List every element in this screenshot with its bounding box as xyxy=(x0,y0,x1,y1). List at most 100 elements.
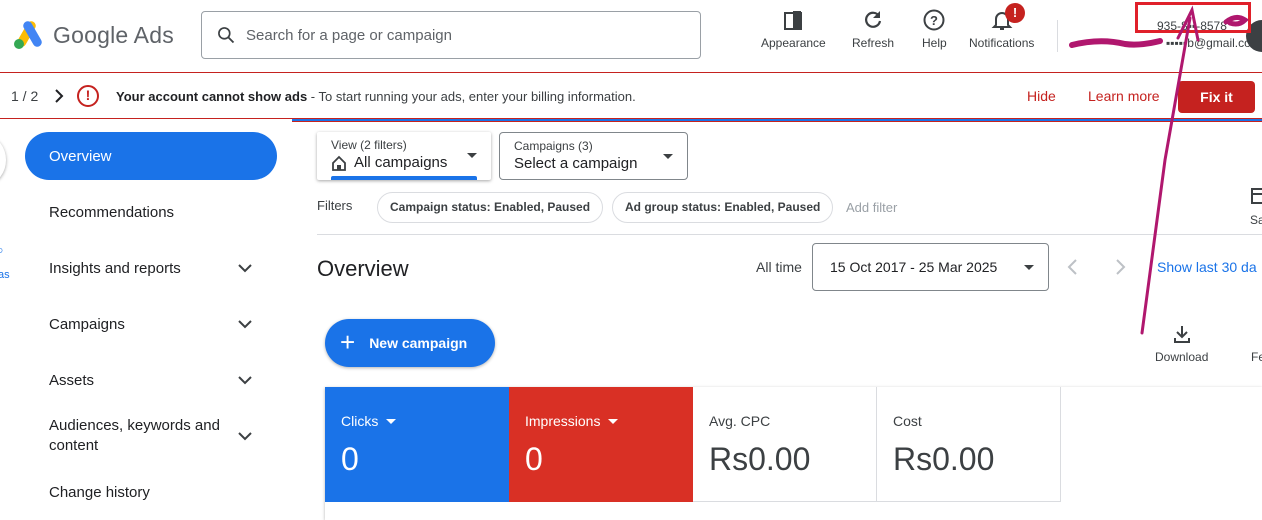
sidebar-item-overview[interactable]: Overview xyxy=(25,132,277,180)
caret-down-icon xyxy=(663,154,673,159)
show-last-30-days-link[interactable]: Show last 30 da xyxy=(1157,259,1257,275)
annotation-highlight-box xyxy=(1135,2,1251,33)
impressions-card[interactable]: Impressions 0 xyxy=(509,387,693,502)
segment-icon[interactable] xyxy=(1250,186,1262,206)
alert-message: Your account cannot show ads - To start … xyxy=(116,89,636,104)
sidebar-edge-icon: ○ xyxy=(0,243,3,257)
sidebar-item-recommendations[interactable]: Recommendations xyxy=(25,188,277,236)
metric-label: Cost xyxy=(893,413,922,429)
alert-detail: - To start running your ads, enter your … xyxy=(307,89,636,104)
chevron-left-icon[interactable] xyxy=(1065,257,1081,277)
metric-cards: Clicks 0 Impressions 0 Avg. CPC Rs0.00 C… xyxy=(325,387,1262,520)
chevron-down-icon xyxy=(238,432,252,441)
sidebar-item-campaigns[interactable]: Campaigns xyxy=(25,300,277,348)
google-ads-logo[interactable]: Google Ads xyxy=(13,20,174,50)
refresh-label: Refresh xyxy=(852,36,895,50)
avg-cpc-card[interactable]: Avg. CPC Rs0.00 xyxy=(693,387,877,502)
sidebar: ○ as Overview Recommendations Insights a… xyxy=(0,119,292,520)
top-header: Google Ads Search for a page or campaign… xyxy=(0,0,1262,72)
feedback-label[interactable]: Fe xyxy=(1251,350,1262,364)
sidebar-item-assets[interactable]: Assets xyxy=(25,356,277,404)
notification-badge: ! xyxy=(1005,3,1025,23)
view-filter-value: All campaigns xyxy=(354,154,448,171)
sidebar-item-insights[interactable]: Insights and reports xyxy=(25,244,277,292)
segment-label: Sa xyxy=(1250,213,1262,227)
google-ads-logo-icon xyxy=(14,21,42,49)
sidebar-collapse-button[interactable] xyxy=(0,137,6,183)
date-range-picker[interactable]: 15 Oct 2017 - 25 Mar 2025 xyxy=(812,243,1049,291)
sidebar-item-label: Campaigns xyxy=(49,315,125,333)
metric-value: Rs0.00 xyxy=(709,441,811,477)
filters-divider xyxy=(317,234,1262,235)
appearance-label: Appearance xyxy=(761,36,826,50)
caret-down-icon xyxy=(467,153,477,158)
fix-it-button[interactable]: Fix it xyxy=(1178,81,1255,113)
metric-value: 0 xyxy=(341,441,359,477)
billing-alert-bar: 1 / 2 ! Your account cannot show ads - T… xyxy=(0,72,1262,119)
chevron-down-icon xyxy=(238,264,252,273)
chevron-right-icon[interactable] xyxy=(52,87,66,105)
view-filter-value-row: All campaigns xyxy=(331,154,477,171)
date-range-value: 15 Oct 2017 - 25 Mar 2025 xyxy=(830,259,998,275)
metric-label: Clicks xyxy=(341,413,379,429)
sidebar-item-label: Insights and reports xyxy=(49,259,181,277)
logo-text: Google Ads xyxy=(53,21,174,48)
sidebar-item-change-history[interactable]: Change history xyxy=(25,468,277,516)
metric-label: Impressions xyxy=(525,413,601,429)
refresh-icon xyxy=(865,11,882,28)
main-top-rule xyxy=(292,119,1262,122)
add-filter-button[interactable]: Add filter xyxy=(846,200,897,215)
chevron-down-icon xyxy=(238,320,252,329)
campaign-status-filter-chip[interactable]: Campaign status: Enabled, Paused xyxy=(377,192,604,223)
caret-down-icon xyxy=(608,418,619,424)
clicks-card-header: Clicks xyxy=(341,413,493,429)
metric-label: Avg. CPC xyxy=(709,413,771,429)
notifications-label: Notifications xyxy=(969,36,1035,50)
filters-label: Filters xyxy=(317,198,353,213)
view-filter-label: View (2 filters) xyxy=(331,138,407,152)
search-input[interactable]: Search for a page or campaign xyxy=(201,11,701,59)
campaign-selector-label: Campaigns (3) xyxy=(514,139,593,153)
sidebar-item-audiences[interactable]: Audiences, keywords and content xyxy=(25,412,277,460)
search-placeholder: Search for a page or campaign xyxy=(246,26,452,44)
campaign-selector-dropdown[interactable]: Campaigns (3) Select a campaign xyxy=(499,132,688,180)
learn-more-link[interactable]: Learn more xyxy=(1088,88,1160,104)
page-title: Overview xyxy=(317,256,409,281)
sidebar-item-label: Audiences, keywords and content xyxy=(49,417,220,454)
sidebar-item-label: Overview xyxy=(49,147,112,165)
new-campaign-button[interactable]: + New campaign xyxy=(325,319,495,367)
header-divider xyxy=(1057,20,1058,52)
sidebar-edge-label: as xyxy=(0,269,10,281)
clicks-card[interactable]: Clicks 0 xyxy=(325,387,509,502)
sidebar-item-label: Change history xyxy=(49,483,150,501)
notifications-button[interactable]: ! Notifications xyxy=(969,3,1035,56)
metric-value: 0 xyxy=(525,441,543,477)
download-icon[interactable] xyxy=(1172,324,1192,344)
ad-group-status-filter-chip[interactable]: Ad group status: Enabled, Paused xyxy=(612,192,834,223)
caret-down-icon xyxy=(1024,265,1034,270)
home-icon xyxy=(332,155,346,171)
download-label[interactable]: Download xyxy=(1155,350,1208,364)
caret-down-icon xyxy=(386,418,397,424)
chevron-down-icon xyxy=(238,376,252,385)
search-icon xyxy=(218,27,235,44)
alert-count: 1 / 2 xyxy=(11,88,39,104)
plus-icon: + xyxy=(340,327,356,357)
appearance-button[interactable]: Appearance xyxy=(761,8,826,56)
svg-text:?: ? xyxy=(930,13,938,28)
error-icon: ! xyxy=(77,85,99,107)
cost-card[interactable]: Cost Rs0.00 xyxy=(877,387,1061,502)
help-button[interactable]: ? Help xyxy=(922,8,947,56)
help-label: Help xyxy=(922,36,947,50)
date-range-preset: All time xyxy=(756,259,802,275)
sidebar-item-label: Assets xyxy=(49,371,95,389)
refresh-button[interactable]: Refresh xyxy=(852,8,894,56)
campaign-selector-value: Select a campaign xyxy=(514,155,638,172)
alert-title: Your account cannot show ads xyxy=(116,89,308,104)
help-icon: ? xyxy=(923,9,945,31)
new-campaign-label: New campaign xyxy=(369,335,468,351)
view-filter-dropdown[interactable]: View (2 filters) All campaigns xyxy=(317,132,491,180)
hide-link[interactable]: Hide xyxy=(1027,88,1056,104)
impressions-card-header: Impressions xyxy=(525,413,677,429)
chevron-right-icon[interactable] xyxy=(1112,257,1128,277)
